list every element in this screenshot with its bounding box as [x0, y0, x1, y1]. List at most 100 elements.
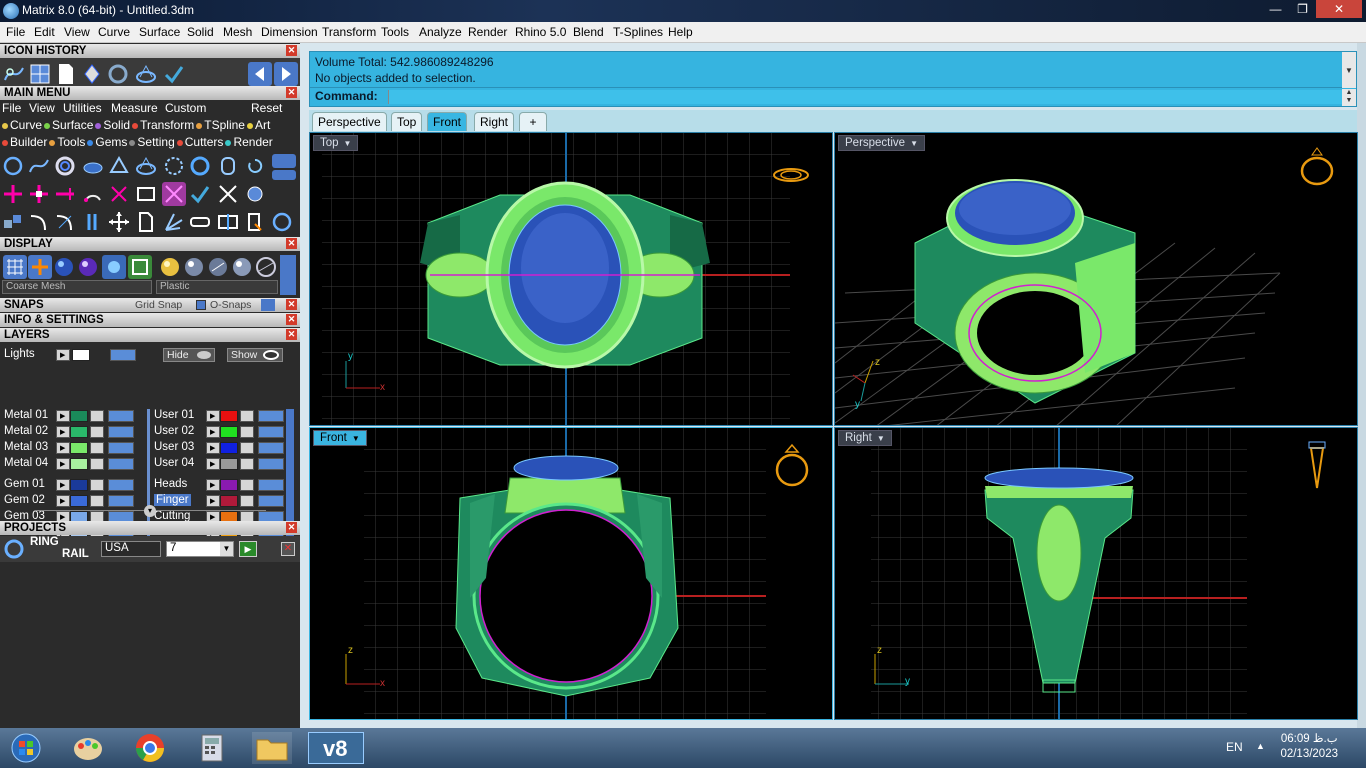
matrix-v8-icon[interactable]: v8	[308, 732, 364, 764]
display-header[interactable]: DISPLAY ✕	[0, 237, 300, 251]
layer-expand-button[interactable]	[206, 426, 220, 438]
layer-visibility-toggle[interactable]	[108, 479, 134, 491]
menu-surface[interactable]: Surface	[139, 25, 180, 39]
menu-render[interactable]: Render	[468, 25, 507, 39]
new-file-icon[interactable]	[54, 62, 78, 86]
check-tool-icon[interactable]	[188, 182, 212, 206]
category-gems[interactable]: Gems	[87, 135, 127, 149]
close-icon[interactable]: ✕	[286, 329, 297, 340]
tray-expand-icon[interactable]: ▲	[1256, 741, 1265, 751]
curve-tool-icon[interactable]	[27, 154, 51, 178]
layer-color-swatch[interactable]	[70, 442, 88, 454]
maximize-button[interactable]: ❐	[1289, 0, 1316, 18]
rendered-sphere-icon[interactable]	[76, 255, 100, 279]
layer-expand-button[interactable]	[56, 410, 70, 422]
history-forward-icon[interactable]	[274, 62, 298, 86]
circle-tool-icon[interactable]	[270, 210, 294, 234]
o-snaps-checkbox[interactable]	[196, 300, 206, 310]
category-solid[interactable]: Solid	[95, 118, 130, 132]
main-menu-reset[interactable]: Reset	[251, 101, 282, 115]
curve-tool-icon[interactable]	[27, 210, 51, 234]
layer-color-swatch[interactable]	[220, 426, 238, 438]
layer-row[interactable]: Gem 01	[4, 478, 144, 492]
layer-visibility-toggle[interactable]	[108, 495, 134, 507]
start-orb-icon[interactable]	[8, 732, 44, 764]
layer-expand-button[interactable]	[56, 426, 70, 438]
ghosted-mode-icon[interactable]	[28, 255, 52, 279]
command-scrollbar[interactable]: ▼	[1342, 52, 1356, 88]
viewport-label-right[interactable]: Right ▼	[838, 430, 892, 446]
layer-visibility-toggle[interactable]	[258, 479, 284, 491]
layer-expand-button[interactable]	[206, 442, 220, 454]
layer-row[interactable]: Metal 04	[4, 457, 144, 471]
grid-snap-toggle[interactable]: Grid Snap	[135, 298, 182, 312]
close-icon[interactable]: ✕	[286, 87, 297, 98]
grid-icon[interactable]	[28, 62, 52, 86]
main-menu-measure[interactable]: Measure	[111, 101, 158, 115]
layer-color-swatch[interactable]	[70, 458, 88, 470]
viewport-front[interactable]: z x Front ▼	[309, 427, 833, 720]
main-menu-utilities[interactable]: Utilities	[63, 101, 102, 115]
menu-dimension[interactable]: Dimension	[261, 25, 318, 39]
silver-material-icon[interactable]	[182, 255, 206, 279]
chevron-down-icon[interactable]: ▼	[352, 434, 360, 443]
menu-view[interactable]: View	[64, 25, 90, 39]
add-point-icon[interactable]	[1, 182, 25, 206]
snaps-header[interactable]: SNAPS Grid Snap O-Snaps ✕	[0, 298, 300, 312]
menu-tools[interactable]: Tools	[381, 25, 409, 39]
layer-expand-button[interactable]	[56, 458, 70, 470]
layer-row[interactable]: Finger	[154, 494, 294, 508]
menu-help[interactable]: Help	[668, 25, 693, 39]
layer-lock-icon[interactable]	[240, 479, 254, 491]
category-builder[interactable]: Builder	[2, 135, 47, 149]
layer-row[interactable]: Metal 02	[4, 425, 144, 439]
burst-tool-icon[interactable]	[162, 210, 186, 234]
edit-tool-icon[interactable]	[243, 210, 267, 234]
command-input[interactable]	[388, 90, 1343, 104]
menu-analyze[interactable]: Analyze	[419, 25, 462, 39]
tab-front[interactable]: Front	[427, 112, 468, 131]
category-transform[interactable]: Transform	[132, 118, 194, 132]
play-icon[interactable]: ▶	[239, 541, 257, 557]
layer-color-swatch[interactable]	[70, 426, 88, 438]
spiral-tool-icon[interactable]	[243, 154, 267, 178]
tab-perspective[interactable]: Perspective	[312, 112, 387, 131]
layer-lock-icon[interactable]	[240, 426, 254, 438]
category-art[interactable]: Art	[246, 118, 270, 132]
layer-lock-icon[interactable]	[90, 495, 104, 507]
layer-visibility-toggle[interactable]	[258, 458, 284, 470]
viewport-label-top[interactable]: Top ▼	[313, 135, 359, 151]
category-render[interactable]: Render	[225, 135, 273, 149]
layer-lock-icon[interactable]	[90, 426, 104, 438]
ring-project-icon[interactable]	[2, 537, 26, 561]
move-tool-icon[interactable]	[107, 210, 131, 234]
layer-lock-icon[interactable]	[240, 458, 254, 470]
viewport-label-perspective[interactable]: Perspective ▼	[838, 135, 926, 151]
sphere-tool-icon[interactable]	[243, 182, 267, 206]
layer-expand-button[interactable]	[56, 495, 70, 507]
paint-icon[interactable]	[70, 732, 106, 764]
icon-history-header[interactable]: ICON HISTORY ✕	[0, 44, 300, 58]
layer-lock-icon[interactable]	[240, 442, 254, 454]
menu-tsplines[interactable]: T-Splines	[613, 25, 663, 39]
layer-color-swatch[interactable]	[220, 479, 238, 491]
remove-point-icon[interactable]	[53, 182, 77, 206]
panel-toggle-button[interactable]	[272, 170, 296, 180]
layers-header[interactable]: LAYERS ✕	[0, 328, 300, 342]
delete-project-icon[interactable]: ✕	[281, 542, 295, 556]
chrome-material-icon[interactable]	[206, 255, 230, 279]
artistic-mode-icon[interactable]	[102, 255, 126, 279]
layer-visibility-toggle[interactable]	[110, 349, 136, 361]
layer-row[interactable]: Metal 03	[4, 441, 144, 455]
platinum-material-icon[interactable]	[230, 255, 254, 279]
menu-curve[interactable]: Curve	[98, 25, 130, 39]
category-setting[interactable]: Setting	[129, 135, 175, 149]
menu-blend[interactable]: Blend	[573, 25, 604, 39]
layer-row[interactable]: Metal 01	[4, 409, 144, 423]
gold-material-icon[interactable]	[158, 255, 182, 279]
layer-lock-icon[interactable]	[90, 442, 104, 454]
info-settings-header[interactable]: INFO & SETTINGS ✕	[0, 313, 300, 327]
document-tool-icon[interactable]	[134, 210, 158, 234]
chevron-down-icon[interactable]: ▼	[877, 434, 885, 443]
layer-color-swatch[interactable]	[220, 442, 238, 454]
